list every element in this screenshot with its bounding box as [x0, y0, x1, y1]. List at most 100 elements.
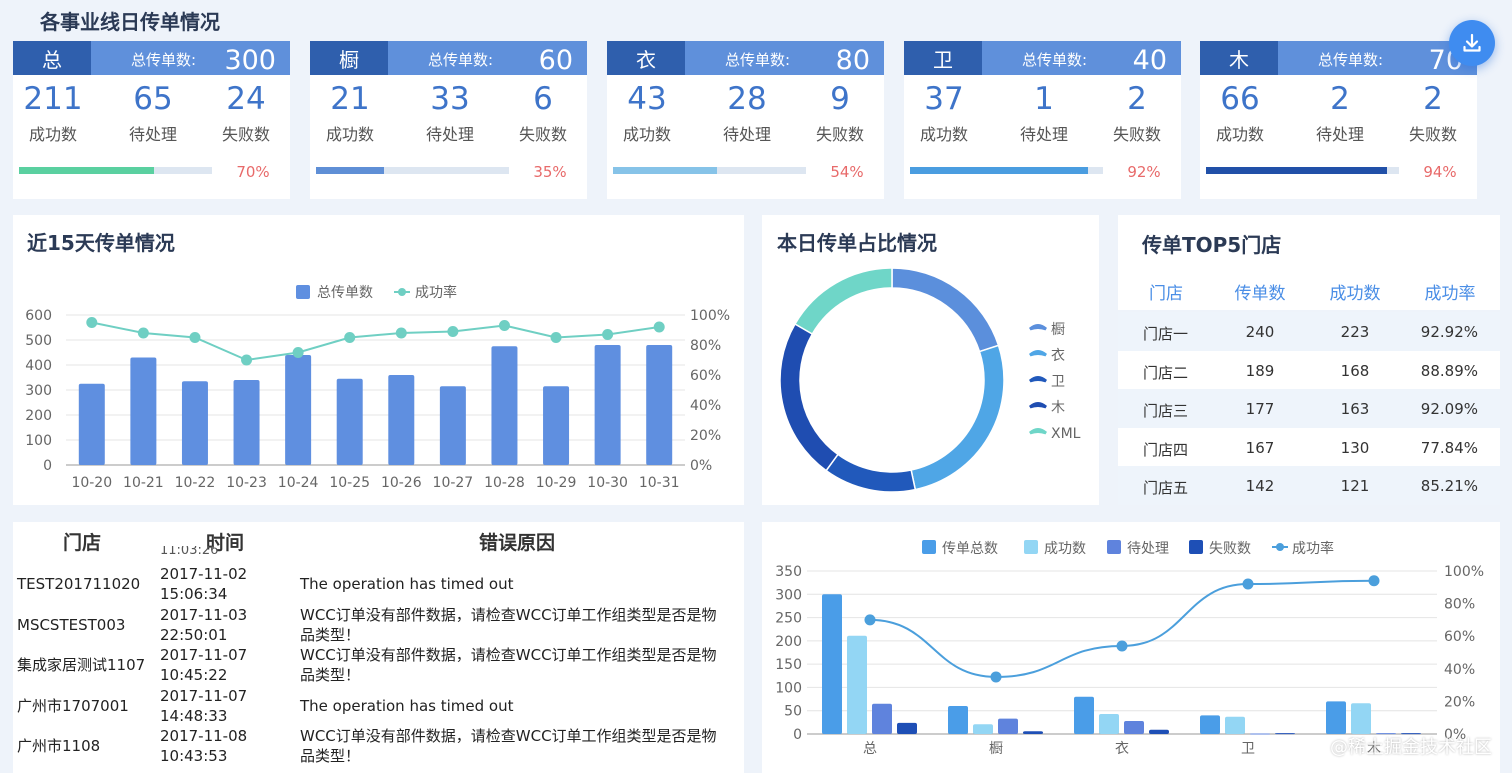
error-store: 集成家居测试1107: [17, 656, 146, 674]
table-row: 门店一 240 223 92.92%: [1118, 312, 1500, 351]
trend-x-tick: 10-28: [484, 475, 525, 491]
error-row: TEST201711020 2017-11-02 15:06:34 The opera…: [13, 564, 744, 604]
compare-bar: [998, 718, 1018, 734]
error-reason: 品类型！: [300, 625, 361, 644]
table-cell: 门店一: [1143, 325, 1189, 343]
success-rate-bar-fill: [613, 167, 718, 174]
card-header: 衣 总传单数: 80: [607, 41, 884, 76]
table-cell: 142: [1245, 477, 1275, 495]
compare-legend-swatch: [1189, 540, 1203, 554]
compare-bar: [948, 706, 968, 734]
card-category: 木: [1200, 41, 1278, 75]
pie-slice: [825, 453, 917, 493]
compare-y-tick: 200: [775, 634, 802, 650]
card-stat-pending: 28 待处理: [701, 81, 793, 145]
summary-card: 木总传单数: 70 66 成功数 2 待处理 2 失败数 94%: [1200, 41, 1477, 199]
summary-card: 卫 总传单数: 40 37 成功数 1 待处理 2 失败数 92%: [904, 41, 1181, 199]
card-stat-failed: 2 失败数: [1387, 81, 1479, 145]
card-pending-value: 28: [727, 81, 767, 117]
compare-bar: [1326, 701, 1346, 734]
card-stat-success: 21 成功数: [304, 81, 396, 145]
trend-x-tick: 10-30: [587, 475, 628, 491]
trend-rate-point: [86, 317, 98, 328]
error-header-reason: 错误原因: [479, 532, 556, 554]
compare-legend-swatch: [1107, 540, 1121, 554]
pie-legend-swatch: [1029, 376, 1047, 383]
compare-y2-tick: 60%: [1444, 629, 1475, 645]
pie-legend-label: 木: [1051, 400, 1065, 416]
trend-rate-point: [395, 327, 407, 339]
error-row: 广州市1707001 2017-11-07 14:48:33 The operatio…: [13, 686, 744, 726]
compare-rate-point: [1242, 578, 1254, 590]
trend-rate-point: [653, 321, 665, 333]
card-failed-label: 失败数: [221, 125, 270, 144]
table-cell: 223: [1340, 323, 1370, 341]
error-time: 10:43:53: [160, 747, 228, 765]
card-total-label: 总传单数:: [1022, 51, 1088, 69]
trend-legend-line-dot: [398, 288, 406, 296]
trend-panel: 近15天传单情况 0 100 200 300 400 500 600 0% 20% 40% 60% 8…: [13, 215, 744, 505]
compare-x-tick: 总: [863, 741, 877, 757]
success-rate-bar-fill: [910, 167, 1088, 174]
trend-y-tick: 500: [25, 333, 52, 349]
card-failed-value: 6: [533, 81, 553, 117]
success-rate-bar-fill: [316, 167, 384, 174]
card-pending-value: 2: [1330, 81, 1350, 117]
card-failed-label: 失败数: [518, 125, 567, 144]
card-header: 木总传单数: 70: [1200, 41, 1477, 76]
success-rate-bar: [1206, 167, 1399, 174]
compare-x-tick: 衣: [1115, 741, 1129, 757]
trend-y2-tick: 20%: [690, 428, 721, 444]
trend-bar: [130, 357, 157, 465]
table-row: 门店三 177 163 92.09%: [1118, 389, 1500, 428]
compare-bar: [1023, 731, 1043, 734]
trend-x-tick: 10-21: [123, 475, 164, 491]
compare-bar: [897, 722, 917, 734]
pie-chart: 橱衣卫木 XML: [779, 267, 1081, 493]
table-cell: 92.09%: [1420, 400, 1478, 418]
error-row: 广州市1108 2017-11-08 10:43:53 WCC订单没有部件数据，请检查…: [13, 726, 744, 766]
table-cell: 77.84%: [1420, 438, 1478, 457]
compare-y-tick: 300: [775, 587, 802, 603]
error-reason: The operation has timed out: [300, 575, 514, 593]
table-cell: 130: [1340, 438, 1370, 457]
trend-bar: [491, 346, 518, 465]
download-button[interactable]: [1449, 20, 1495, 66]
error-time: 15:06:34: [160, 585, 228, 603]
compare-y2-tick: 20%: [1444, 694, 1475, 710]
compare-bar: [1351, 703, 1371, 734]
compare-bar: [1099, 713, 1119, 734]
pie-legend-swatch: [1029, 324, 1047, 331]
error-row: MSCSTEST003 2017-11-03 22:50:01 WCC订单没有部件数据…: [13, 605, 744, 645]
error-date: 2017-11-07: [160, 686, 248, 705]
error-reason: WCC订单没有部件数据，请检查WCC订单工作组类型是否是物: [300, 605, 717, 624]
error-store: 广州市1108: [17, 737, 101, 755]
top5-header-store: 门店: [1149, 284, 1183, 304]
card-pending-value: 1: [1034, 81, 1054, 117]
card-failed-value: 9: [830, 81, 850, 117]
card-pending-value: 33: [430, 81, 470, 117]
trend-x-tick: 10-25: [329, 475, 370, 491]
card-success-label: 成功数: [28, 125, 77, 144]
compare-legend-label: 失败数: [1209, 541, 1251, 557]
table-cell: 189: [1245, 361, 1275, 380]
table-cell: 门店三: [1143, 402, 1189, 420]
table-cell: 85.21%: [1420, 477, 1478, 495]
error-date: 2017-11-02: [160, 565, 248, 583]
trend-bar: [388, 375, 415, 465]
card-stat-pending: 65 待处理: [107, 81, 199, 145]
error-reason: 品类型！: [300, 747, 361, 765]
error-reason: WCC订单没有部件数据，请检查WCC订单工作组类型是否是物: [300, 727, 717, 745]
compare-rate-line: [869, 579, 1375, 678]
trend-y2-tick: 80%: [690, 338, 721, 354]
card-success-label: 成功数: [1215, 125, 1264, 144]
pie-slice: [793, 267, 893, 336]
trend-x-tick: 10-22: [175, 475, 216, 491]
trend-y-tick: 100: [25, 433, 52, 449]
card-success-rate: 35%: [533, 163, 567, 181]
summary-card: 橱 总传单数: 60 21 成功数 33 待处理 6 失败数 35%: [310, 41, 587, 199]
table-cell: 121: [1340, 477, 1370, 495]
success-rate-bar: [910, 167, 1103, 174]
compare-bar: [847, 635, 867, 734]
card-header: 卫 总传单数: 40: [904, 41, 1181, 76]
